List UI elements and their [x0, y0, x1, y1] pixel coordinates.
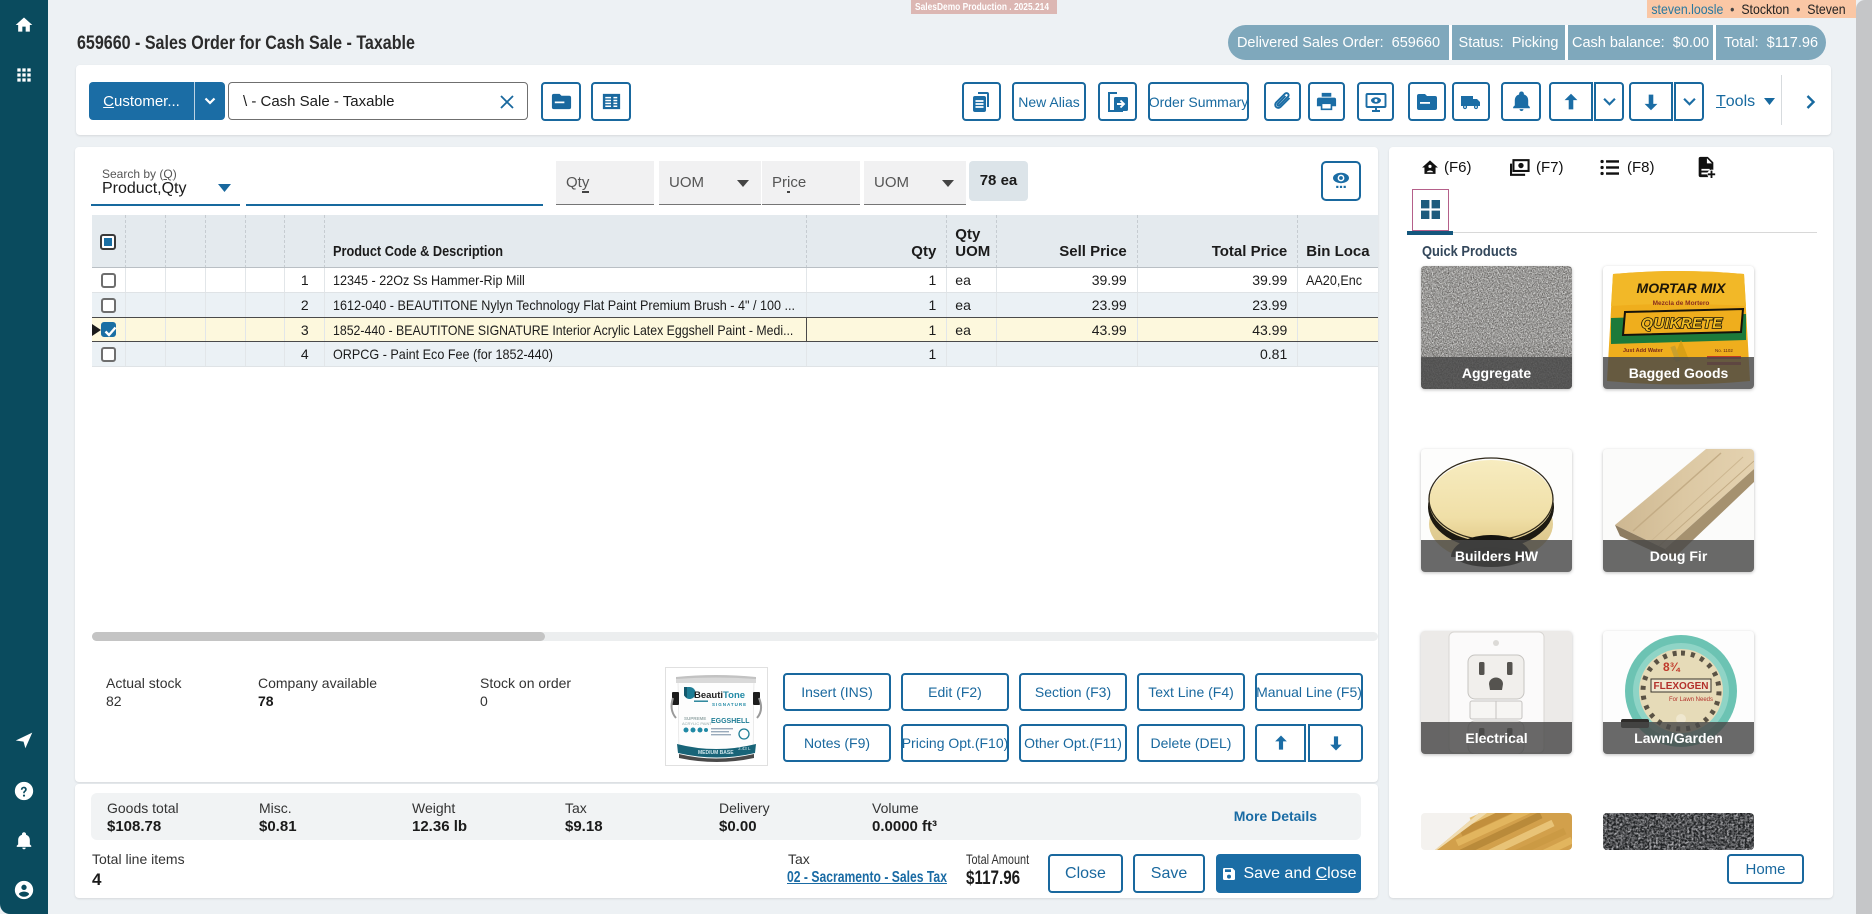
svg-text:Mezcla de Mortero: Mezcla de Mortero	[1653, 300, 1710, 307]
svg-text:SIGNATURE: SIGNATURE	[712, 702, 747, 707]
svg-text:FLEXOGEN: FLEXOGEN	[1653, 681, 1708, 692]
svg-text:EGGSHELL: EGGSHELL	[711, 718, 750, 725]
svg-text:For Lawn Needs: For Lawn Needs	[1669, 697, 1713, 703]
svg-text:MEDIUM BASE: MEDIUM BASE	[698, 750, 734, 756]
svg-text:ACRYLIC PAINT: ACRYLIC PAINT	[682, 721, 712, 726]
svg-text:MORTAR MIX: MORTAR MIX	[1637, 280, 1728, 296]
svg-text:8¾: 8¾	[1663, 660, 1681, 674]
svg-text:3.43 L: 3.43 L	[738, 746, 751, 751]
svg-text:No. 1102: No. 1102	[1715, 348, 1733, 353]
svg-text:BeautiTone: BeautiTone	[694, 690, 745, 701]
svg-text:QUIKRETE: QUIKRETE	[1641, 315, 1723, 332]
svg-text:Just Add Water: Just Add Water	[1623, 348, 1664, 354]
